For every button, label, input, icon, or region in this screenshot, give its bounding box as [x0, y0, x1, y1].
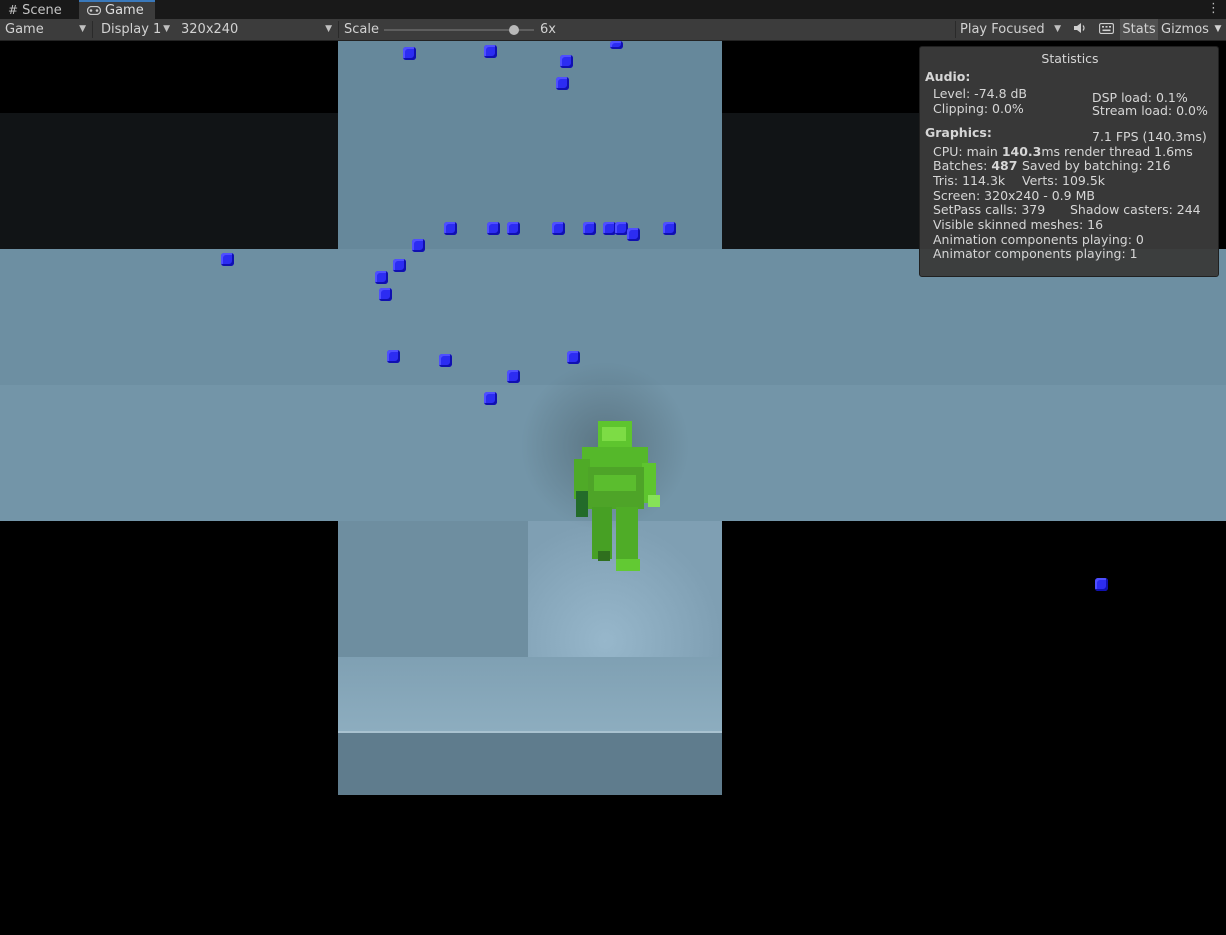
animator-components: Animator components playing: 1 — [933, 246, 1138, 261]
chevron-down-icon: ▼ — [163, 24, 170, 34]
animation-components: Animation components playing: 0 — [933, 232, 1144, 247]
batches-prefix: Batches: — [933, 158, 992, 173]
gamepad-icon — [86, 2, 102, 19]
gizmos-dropdown-arrow[interactable]: ▼ — [1210, 19, 1226, 40]
chevron-down-icon: ▼ — [79, 24, 86, 34]
gem-pickup — [393, 259, 406, 272]
player-character — [574, 421, 660, 571]
divider — [92, 21, 93, 38]
chevron-down-icon: ▼ — [1054, 24, 1061, 34]
play-mode-value: Play Focused — [960, 22, 1045, 37]
gem-pickup — [375, 271, 388, 284]
floor-tile — [338, 521, 528, 657]
gem-pickup — [484, 45, 497, 58]
wall-top-left — [0, 113, 338, 249]
gem-pickup — [484, 392, 497, 405]
gizmos-button[interactable]: Gizmos — [1159, 19, 1211, 40]
gem-pickup — [663, 222, 676, 235]
gem-pickup — [627, 228, 640, 241]
editor-tab-strip: # Scene Game ⋮ — [0, 0, 1226, 19]
play-mode-dropdown[interactable]: Play Focused ▼ — [955, 19, 1067, 40]
scale-label: Scale — [344, 22, 379, 37]
audio-header: Audio: — [925, 69, 971, 84]
setpass-calls: SetPass calls: 379 — [933, 202, 1046, 217]
speaker-icon — [1073, 22, 1087, 37]
floor-edge — [338, 731, 722, 795]
gem-pickup — [556, 77, 569, 90]
cpu-suffix: ms render thread 1.6ms — [1041, 144, 1193, 159]
stats-title: Statistics — [1041, 51, 1099, 66]
audio-clipping: Clipping: 0.0% — [933, 101, 1024, 116]
statistics-panel: Statistics Audio: Level: -74.8 dB Clippi… — [919, 46, 1219, 277]
cpu-main-value: 140.3 — [1001, 144, 1042, 159]
fps-readout: 7.1 FPS (140.3ms) — [1092, 129, 1207, 144]
saved-by-batching: Saved by batching: 216 — [1022, 158, 1171, 173]
chevron-down-icon: ▼ — [325, 24, 332, 34]
view-mode-value: Game — [5, 22, 44, 37]
batches-value: 487 — [991, 158, 1018, 173]
tab-scene[interactable]: # Scene — [0, 0, 79, 19]
game-toolbar: Game ▼ Display 1 ▼ 320x240 ▼ Scale 6x Pl… — [0, 19, 1226, 41]
batches: Batches: 487 — [933, 158, 1017, 173]
graphics-header: Graphics: — [925, 125, 992, 140]
gem-pickup — [583, 222, 596, 235]
stream-load: Stream load: 0.0% — [1092, 103, 1208, 118]
keyboard-icon — [1098, 22, 1114, 37]
screen-info: Screen: 320x240 - 0.9 MB — [933, 188, 1095, 203]
gem-pickup — [1095, 578, 1108, 591]
mute-audio-button[interactable] — [1068, 19, 1092, 40]
kebab-menu-icon[interactable]: ⋮ — [1207, 0, 1220, 18]
scale-slider-handle[interactable] — [509, 25, 519, 35]
cpu-prefix: CPU: main — [933, 144, 1002, 159]
gem-pickup — [487, 222, 500, 235]
display-dropdown[interactable]: Display 1 ▼ — [96, 19, 176, 40]
gem-pickup — [507, 222, 520, 235]
resolution-dropdown[interactable]: 320x240 ▼ — [176, 19, 338, 40]
gem-pickup — [507, 370, 520, 383]
gem-pickup — [567, 351, 580, 364]
gem-pickup — [552, 222, 565, 235]
shortcuts-button[interactable] — [1093, 19, 1119, 40]
chevron-down-icon: ▼ — [1214, 24, 1222, 34]
scale-value: 6x — [540, 22, 556, 37]
skinned-meshes: Visible skinned meshes: 16 — [933, 217, 1104, 232]
gem-pickup — [560, 55, 573, 68]
tris: Tris: 114.3k — [933, 173, 1006, 188]
verts: Verts: 109.5k — [1022, 173, 1106, 188]
gem-pickup — [387, 350, 400, 363]
gem-pickup — [439, 354, 452, 367]
tab-game-label: Game — [105, 3, 144, 18]
gem-pickup — [444, 222, 457, 235]
tab-scene-label: Scene — [22, 3, 62, 18]
shadow-casters: Shadow casters: 244 — [1070, 202, 1201, 217]
floor-lower — [338, 657, 722, 737]
tab-game[interactable]: Game — [79, 0, 155, 19]
stats-toggle-button[interactable]: Stats — [1120, 19, 1158, 40]
gem-pickup — [403, 47, 416, 60]
cpu-timing: CPU: main 140.3ms render thread 1.6ms — [933, 144, 1193, 159]
view-mode-dropdown[interactable]: Game ▼ — [0, 19, 92, 40]
resolution-value: 320x240 — [181, 22, 239, 37]
gem-pickup — [221, 253, 234, 266]
gem-pickup — [412, 239, 425, 252]
audio-level: Level: -74.8 dB — [933, 86, 1028, 101]
gem-pickup — [379, 288, 392, 301]
wall-top-right — [722, 113, 922, 249]
display-value: Display 1 — [101, 22, 162, 37]
grid-icon: # — [8, 3, 19, 17]
gem-pickup — [610, 41, 623, 49]
